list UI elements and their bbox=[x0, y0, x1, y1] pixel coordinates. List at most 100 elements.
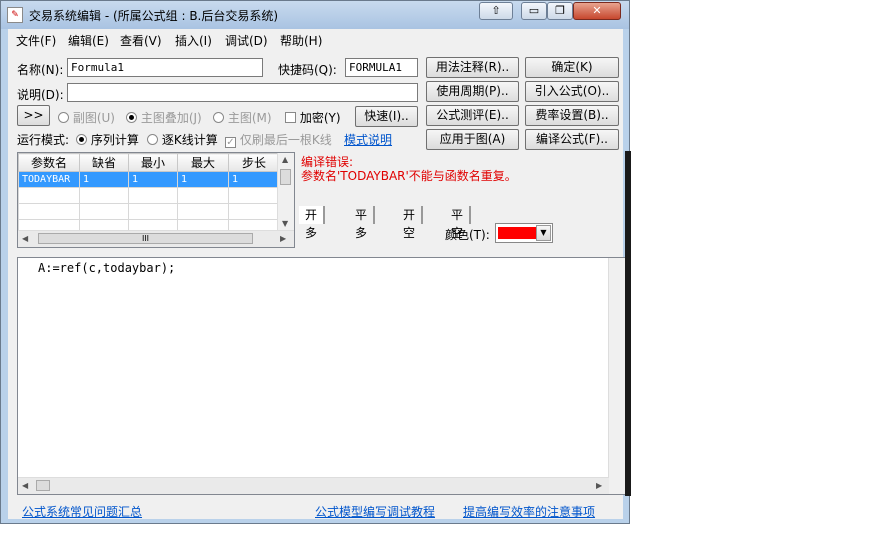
menu-file[interactable]: 文件(F) bbox=[16, 32, 56, 49]
usage-note-button[interactable]: 用法注释(R).. bbox=[426, 57, 519, 78]
editor-vscroll[interactable] bbox=[608, 258, 625, 494]
close-button[interactable]: ✕ bbox=[573, 2, 621, 20]
apply-chart-button[interactable]: 应用于图(A) bbox=[426, 129, 519, 150]
chevron-down-icon[interactable]: ▼ bbox=[536, 225, 551, 241]
table-cell[interactable] bbox=[128, 203, 178, 220]
sequential-label: 序列计算 bbox=[90, 133, 139, 147]
radio-icon bbox=[126, 112, 137, 123]
menu-help[interactable]: 帮助(H) bbox=[280, 32, 322, 49]
tab-close-short[interactable]: 平空 bbox=[445, 206, 472, 240]
table-cell[interactable] bbox=[79, 203, 129, 220]
fee-settings-button[interactable]: 费率设置(B).. bbox=[525, 105, 619, 126]
editor-hscroll[interactable]: ◀ ▶ bbox=[18, 477, 609, 494]
color-label: 颜色(T): bbox=[445, 228, 490, 242]
scroll-thumb[interactable] bbox=[280, 169, 291, 185]
use-period-button[interactable]: 使用周期(P).. bbox=[426, 81, 519, 102]
table-cell[interactable] bbox=[128, 187, 178, 204]
ok-button[interactable]: 确定(K) bbox=[525, 57, 619, 78]
runmode-label: 运行模式: bbox=[17, 133, 70, 147]
scroll-left-icon[interactable]: ◀ bbox=[22, 234, 28, 243]
col-header[interactable]: 缺省 bbox=[79, 153, 129, 172]
minimize-button[interactable]: ▭ bbox=[521, 2, 547, 20]
code-text[interactable]: A:=ref(c,todaybar); bbox=[38, 261, 175, 275]
table-row[interactable] bbox=[18, 203, 280, 220]
radio-icon bbox=[147, 134, 158, 145]
menu-view[interactable]: 查看(V) bbox=[120, 32, 162, 49]
radio-icon bbox=[76, 134, 87, 145]
color-picker[interactable]: ▼ bbox=[495, 223, 553, 243]
table-row[interactable]: TODAYBAR 1 1 1 1 bbox=[18, 171, 280, 188]
desc-label: 说明(D): bbox=[17, 88, 64, 102]
desc-field[interactable] bbox=[67, 83, 418, 102]
table-cell[interactable] bbox=[177, 187, 229, 204]
perbar-radio[interactable]: 逐K线计算 bbox=[147, 131, 218, 148]
sequential-radio[interactable]: 序列计算 bbox=[76, 131, 139, 148]
scroll-right-icon[interactable]: ▶ bbox=[596, 481, 602, 490]
tab-open-long[interactable]: 开多 bbox=[299, 206, 326, 240]
expand-button[interactable]: >> bbox=[17, 105, 50, 126]
col-header[interactable]: 参数名 bbox=[18, 153, 80, 172]
scroll-right-icon[interactable]: ▶ bbox=[280, 234, 286, 243]
compile-button[interactable]: 编译公式(F).. bbox=[525, 129, 619, 150]
window-edge bbox=[625, 151, 631, 496]
overlay-radio[interactable]: 主图叠加(J) bbox=[126, 109, 202, 126]
tab-close-long[interactable]: 平多 bbox=[349, 206, 376, 240]
scroll-up-icon[interactable]: ▲ bbox=[282, 155, 288, 164]
table-cell[interactable]: 1 bbox=[79, 171, 129, 188]
name-field[interactable]: Formula1 bbox=[67, 58, 263, 77]
fast-button[interactable]: 快速(I).. bbox=[355, 106, 418, 127]
param-vscroll[interactable]: ▲ ▼ bbox=[277, 153, 294, 231]
encrypt-label: 加密(Y) bbox=[299, 111, 341, 125]
window-title: 交易系统编辑 - (所属公式组 : B.后台交易系统) bbox=[29, 9, 279, 23]
table-cell[interactable] bbox=[228, 203, 280, 220]
scroll-thumb[interactable] bbox=[36, 480, 50, 491]
table-cell[interactable] bbox=[228, 187, 280, 204]
scroll-down-icon[interactable]: ▼ bbox=[282, 219, 288, 228]
table-cell[interactable] bbox=[79, 187, 129, 204]
table-header-row: 参数名 缺省 最小 最大 步长 bbox=[18, 153, 280, 172]
subchart-radio[interactable]: 副图(U) bbox=[58, 109, 115, 126]
encrypt-checkbox[interactable]: 加密(Y) bbox=[285, 109, 341, 126]
efficiency-tips-link[interactable]: 提高编写效率的注意事项 bbox=[463, 503, 595, 520]
param-hscroll[interactable]: ◀ III ▶ bbox=[18, 230, 294, 247]
table-row[interactable] bbox=[18, 187, 280, 204]
faq-link[interactable]: 公式系统常见问题汇总 bbox=[22, 503, 142, 520]
menu-edit[interactable]: 编辑(E) bbox=[68, 32, 109, 49]
table-cell[interactable] bbox=[177, 203, 229, 220]
title-bar[interactable]: ✎ 交易系统编辑 - (所属公式组 : B.后台交易系统) ⇧ ▭ ❐ ✕ bbox=[1, 1, 629, 29]
tab-open-short[interactable]: 开空 bbox=[397, 206, 424, 240]
shortcut-field[interactable]: FORMULA1 bbox=[345, 58, 418, 77]
menu-insert[interactable]: 插入(I) bbox=[175, 32, 212, 49]
code-editor[interactable]: A:=ref(c,todaybar); ◀ ▶ bbox=[17, 257, 626, 495]
formula-editor-window: ✎ 交易系统编辑 - (所属公式组 : B.后台交易系统) ⇧ ▭ ❐ ✕ 文件… bbox=[0, 0, 631, 524]
shortcut-label: 快捷码(Q): bbox=[278, 63, 337, 77]
col-header[interactable]: 最小 bbox=[128, 153, 178, 172]
table-cell[interactable]: 1 bbox=[128, 171, 178, 188]
mainchart-radio[interactable]: 主图(M) bbox=[213, 109, 272, 126]
col-header[interactable]: 最大 bbox=[177, 153, 229, 172]
table-cell[interactable]: 1 bbox=[228, 171, 280, 188]
col-header[interactable]: 步长 bbox=[228, 153, 280, 172]
menu-debug[interactable]: 调试(D) bbox=[225, 32, 268, 49]
radio-icon bbox=[213, 112, 224, 123]
lastbar-checkbox[interactable]: ✓ 仅刷最后一根K线 bbox=[225, 131, 332, 148]
restore-button[interactable]: ❐ bbox=[547, 2, 573, 20]
table-cell[interactable] bbox=[18, 203, 80, 220]
aux-button[interactable]: ⇧ bbox=[479, 2, 513, 20]
mainchart-label: 主图(M) bbox=[227, 111, 272, 125]
mode-help-link[interactable]: 模式说明 bbox=[344, 131, 392, 148]
formula-test-button[interactable]: 公式测评(E).. bbox=[426, 105, 519, 126]
radio-icon bbox=[58, 112, 69, 123]
menu-bar: 文件(F) 编辑(E) 查看(V) 插入(I) 调试(D) 帮助(H) bbox=[8, 29, 623, 49]
scroll-left-icon[interactable]: ◀ bbox=[22, 481, 28, 490]
table-cell[interactable]: TODAYBAR bbox=[18, 171, 80, 188]
table-cell[interactable]: 1 bbox=[177, 171, 229, 188]
table-cell[interactable] bbox=[18, 187, 80, 204]
tutorial-link[interactable]: 公式模型编写调试教程 bbox=[315, 503, 435, 520]
checkbox-icon bbox=[285, 112, 296, 123]
param-table[interactable]: 参数名 缺省 最小 最大 步长 TODAYBAR 1 1 1 1 ▲ ▼ ◀ I… bbox=[17, 152, 295, 248]
checkbox-icon: ✓ bbox=[225, 137, 236, 148]
name-label: 名称(N): bbox=[17, 63, 64, 77]
scroll-thumb[interactable]: III bbox=[38, 233, 253, 244]
import-formula-button[interactable]: 引入公式(O).. bbox=[525, 81, 619, 102]
